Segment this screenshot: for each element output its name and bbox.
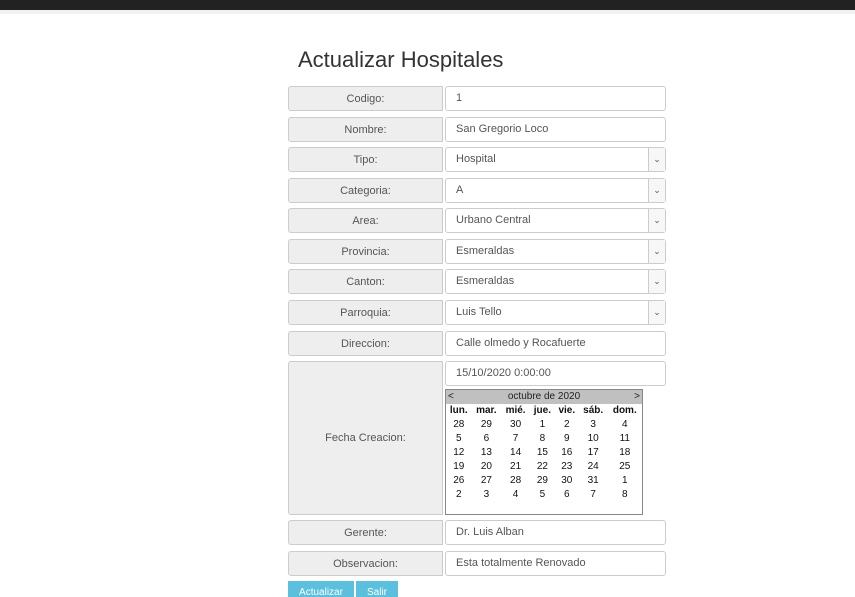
weekday-header: jue. bbox=[533, 405, 551, 416]
weekday-header: dom. bbox=[612, 405, 637, 416]
fecha-creacion-label: Fecha Creacion: bbox=[288, 361, 443, 515]
codigo-input[interactable]: 1 bbox=[445, 86, 666, 111]
chevron-down-icon[interactable]: ⌄ bbox=[648, 148, 665, 171]
calendar-day[interactable]: 10 bbox=[579, 431, 608, 445]
direccion-label: Direccion: bbox=[288, 331, 443, 356]
fecha-creacion-input[interactable]: 15/10/2020 0:00:00 bbox=[445, 361, 666, 386]
calendar-day[interactable]: 7 bbox=[579, 487, 608, 501]
chevron-down-icon[interactable]: ⌄ bbox=[648, 301, 665, 324]
chevron-down-icon[interactable]: ⌄ bbox=[648, 179, 665, 202]
gerente-label: Gerente: bbox=[288, 520, 443, 545]
weekday-header: sáb. bbox=[583, 405, 604, 416]
categoria-select[interactable]: A ⌄ bbox=[445, 178, 666, 203]
calendar-day[interactable]: 15 bbox=[530, 445, 555, 459]
calendar-day[interactable]: 5 bbox=[446, 431, 472, 445]
navbar-shadow bbox=[0, 10, 855, 14]
calendar-day[interactable]: 19 bbox=[446, 459, 472, 473]
codigo-label: Codigo: bbox=[288, 86, 443, 111]
calendar-day[interactable]: 27 bbox=[472, 473, 502, 487]
tipo-value: Hospital bbox=[456, 153, 496, 165]
calendar-day[interactable]: 21 bbox=[501, 459, 530, 473]
calendar-day[interactable]: 8 bbox=[608, 487, 642, 501]
calendar-day[interactable]: 31 bbox=[579, 473, 608, 487]
canton-select[interactable]: Esmeraldas ⌄ bbox=[445, 269, 666, 294]
calendar-day[interactable]: 25 bbox=[608, 459, 642, 473]
calendar-day[interactable]: 7 bbox=[501, 431, 530, 445]
categoria-label: Categoria: bbox=[288, 178, 443, 203]
weekday-header: lun. bbox=[449, 405, 468, 416]
calendar-month-label: octubre de 2020 bbox=[507, 391, 581, 402]
calendar-day[interactable]: 17 bbox=[579, 445, 608, 459]
tipo-select[interactable]: Hospital ⌄ bbox=[445, 147, 666, 172]
parroquia-select[interactable]: Luis Tello ⌄ bbox=[445, 300, 666, 325]
calendar-day[interactable]: 1 bbox=[608, 473, 642, 487]
nombre-input[interactable]: San Gregorio Loco bbox=[445, 117, 666, 142]
page-title: Actualizar Hospitales bbox=[298, 47, 504, 72]
weekday-header: mar. bbox=[476, 405, 497, 416]
calendar-day[interactable]: 29 bbox=[472, 417, 502, 431]
provincia-select[interactable]: Esmeraldas ⌄ bbox=[445, 239, 666, 264]
calendar-day[interactable]: 28 bbox=[446, 417, 472, 431]
provincia-label: Provincia: bbox=[288, 239, 443, 264]
date-picker-calendar: < octubre de 2020 > lun. mar. mié. jue. … bbox=[445, 389, 643, 515]
prev-month-link[interactable]: < bbox=[448, 390, 454, 404]
calendar-day[interactable]: 12 bbox=[446, 445, 472, 459]
area-label: Area: bbox=[288, 208, 443, 233]
observacion-input[interactable]: Esta totalmente Renovado bbox=[445, 551, 666, 576]
calendar-day[interactable]: 4 bbox=[501, 487, 530, 501]
calendar-day[interactable]: 28 bbox=[501, 473, 530, 487]
canton-value: Esmeraldas bbox=[456, 275, 515, 287]
next-month-link[interactable]: > bbox=[634, 390, 640, 404]
canton-label: Canton: bbox=[288, 269, 443, 294]
calendar-day[interactable]: 16 bbox=[555, 445, 579, 459]
salir-button[interactable]: Salir bbox=[356, 581, 398, 597]
chevron-down-icon[interactable]: ⌄ bbox=[648, 209, 665, 232]
calendar-day[interactable]: 23 bbox=[555, 459, 579, 473]
calendar-day[interactable]: 4 bbox=[608, 417, 642, 431]
calendar-day[interactable]: 24 bbox=[579, 459, 608, 473]
nombre-label: Nombre: bbox=[288, 117, 443, 142]
provincia-value: Esmeraldas bbox=[456, 245, 515, 257]
calendar-day[interactable]: 8 bbox=[530, 431, 555, 445]
calendar-day[interactable]: 11 bbox=[608, 431, 642, 445]
chevron-down-icon[interactable]: ⌄ bbox=[648, 240, 665, 263]
direccion-input[interactable]: Calle olmedo y Rocafuerte bbox=[445, 331, 666, 356]
area-value: Urbano Central bbox=[456, 214, 531, 226]
observacion-label: Observacion: bbox=[288, 551, 443, 576]
calendar-day[interactable]: 3 bbox=[472, 487, 502, 501]
weekday-header: vie. bbox=[558, 405, 576, 416]
calendar-day[interactable]: 26 bbox=[446, 473, 472, 487]
calendar-day[interactable]: 20 bbox=[472, 459, 502, 473]
categoria-value: A bbox=[456, 184, 464, 196]
calendar-day[interactable]: 18 bbox=[608, 445, 642, 459]
calendar-day[interactable]: 30 bbox=[501, 417, 530, 431]
top-navbar bbox=[0, 0, 855, 10]
calendar-day[interactable]: 9 bbox=[555, 431, 579, 445]
chevron-down-icon[interactable]: ⌄ bbox=[648, 270, 665, 293]
calendar-day[interactable]: 5 bbox=[530, 487, 555, 501]
calendar-day[interactable]: 29 bbox=[530, 473, 555, 487]
calendar-day[interactable]: 2 bbox=[446, 487, 472, 501]
calendar-day[interactable]: 14 bbox=[501, 445, 530, 459]
tipo-label: Tipo: bbox=[288, 147, 443, 172]
calendar-day[interactable]: 6 bbox=[555, 487, 579, 501]
weekday-header: mié. bbox=[505, 405, 526, 416]
calendar-day[interactable]: 6 bbox=[472, 431, 502, 445]
calendar-day[interactable]: 22 bbox=[530, 459, 555, 473]
calendar-day[interactable]: 3 bbox=[579, 417, 608, 431]
parroquia-label: Parroquia: bbox=[288, 300, 443, 325]
calendar-day[interactable]: 13 bbox=[472, 445, 502, 459]
calendar-day[interactable]: 30 bbox=[555, 473, 579, 487]
calendar-header: < octubre de 2020 > bbox=[446, 390, 642, 404]
area-select[interactable]: Urbano Central ⌄ bbox=[445, 208, 666, 233]
gerente-input[interactable]: Dr. Luis Alban bbox=[445, 520, 666, 545]
calendar-day[interactable]: 2 bbox=[555, 417, 579, 431]
calendar-day[interactable]: 1 bbox=[530, 417, 555, 431]
calendar-grid: lun. mar. mié. jue. vie. sáb. dom. 28 29… bbox=[446, 404, 642, 501]
parroquia-value: Luis Tello bbox=[456, 306, 502, 318]
actualizar-button[interactable]: Actualizar bbox=[288, 581, 354, 597]
